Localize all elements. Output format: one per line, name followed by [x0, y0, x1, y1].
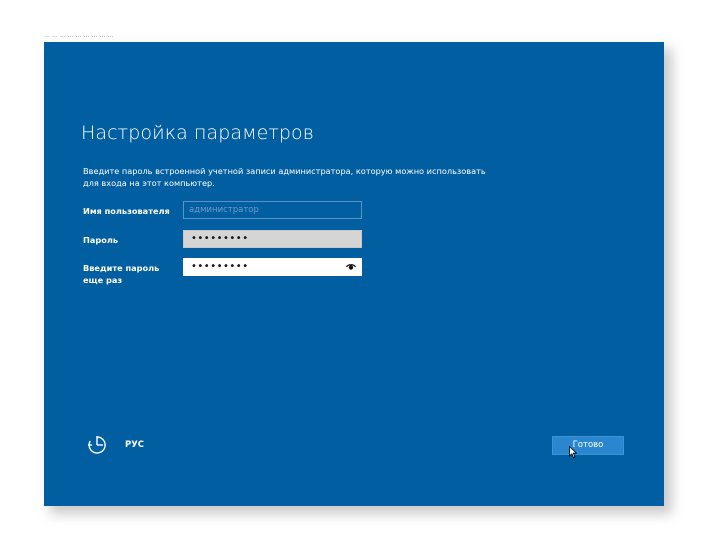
- page-title: Настройка параметров: [81, 122, 315, 144]
- done-button[interactable]: Готово: [552, 436, 624, 455]
- password-value: •••••••••: [191, 233, 249, 244]
- setup-window: Настройка параметров Введите пароль встр…: [44, 42, 664, 506]
- intro-text: Введите пароль встроенной учетной записи…: [83, 166, 486, 188]
- username-label: Имя пользователя: [83, 206, 170, 216]
- password-field[interactable]: •••••••••: [183, 230, 362, 248]
- password-repeat-field[interactable]: •••••••••: [183, 258, 362, 276]
- password-label: Пароль: [83, 235, 119, 245]
- torn-top-text: … … … … … … … … …: [44, 32, 114, 39]
- username-placeholder: администратор: [189, 205, 259, 215]
- username-field[interactable]: администратор: [183, 201, 362, 219]
- mouse-cursor-icon: [569, 446, 577, 458]
- reveal-password-icon[interactable]: [346, 263, 356, 271]
- screenshot-stage: … … … … … … … … … Настройка параметров В…: [0, 0, 704, 544]
- ease-of-access-icon[interactable]: [86, 434, 108, 456]
- password-repeat-value: •••••••••: [191, 261, 249, 272]
- password-repeat-label: Введите пароль еще раз: [83, 263, 160, 285]
- language-indicator[interactable]: РУС: [125, 440, 144, 450]
